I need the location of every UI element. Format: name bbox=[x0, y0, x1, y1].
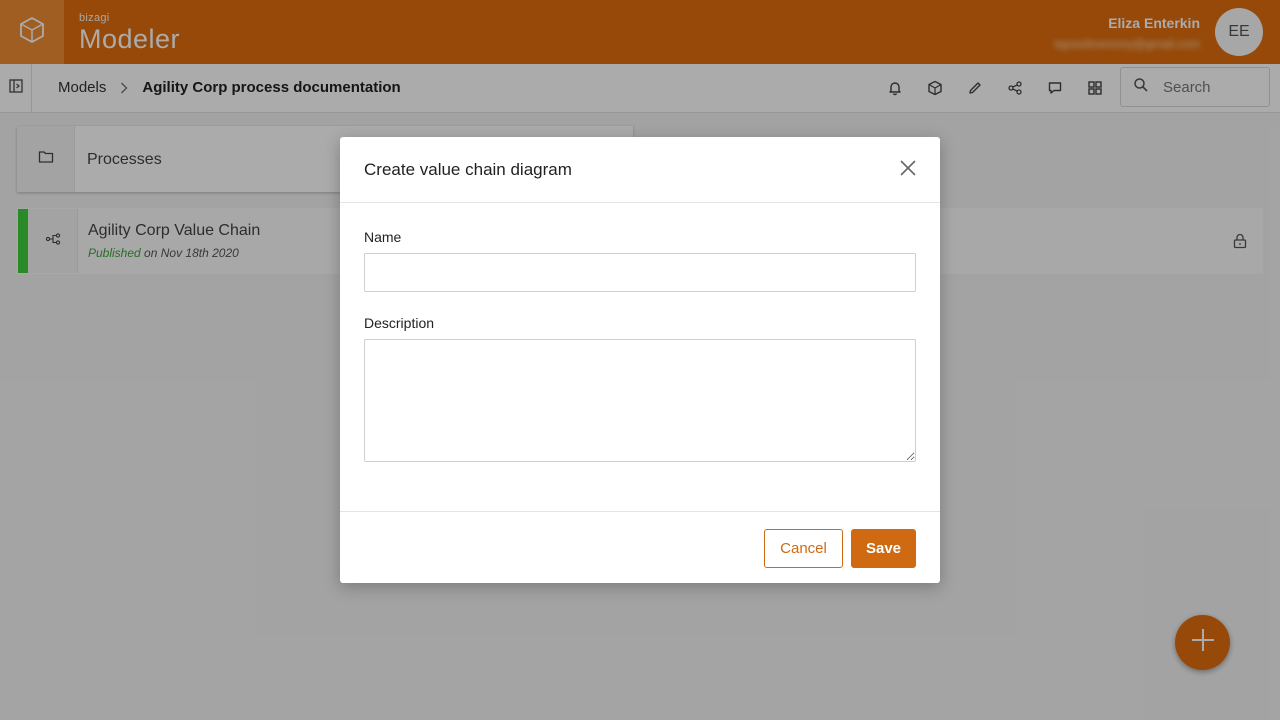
description-label: Description bbox=[364, 315, 435, 331]
save-button[interactable]: Save bbox=[851, 529, 916, 568]
close-icon bbox=[900, 159, 916, 181]
name-field[interactable] bbox=[364, 253, 916, 292]
dialog-footer: Cancel Save bbox=[340, 511, 940, 583]
dialog-title: Create value chain diagram bbox=[364, 160, 572, 179]
description-field[interactable] bbox=[364, 339, 916, 462]
close-button[interactable] bbox=[898, 159, 918, 181]
name-label: Name bbox=[364, 229, 402, 245]
dialog-header: Create value chain diagram bbox=[340, 137, 940, 203]
cancel-button[interactable]: Cancel bbox=[764, 529, 843, 568]
create-value-chain-dialog: Create value chain diagram Name Descript… bbox=[340, 137, 940, 583]
